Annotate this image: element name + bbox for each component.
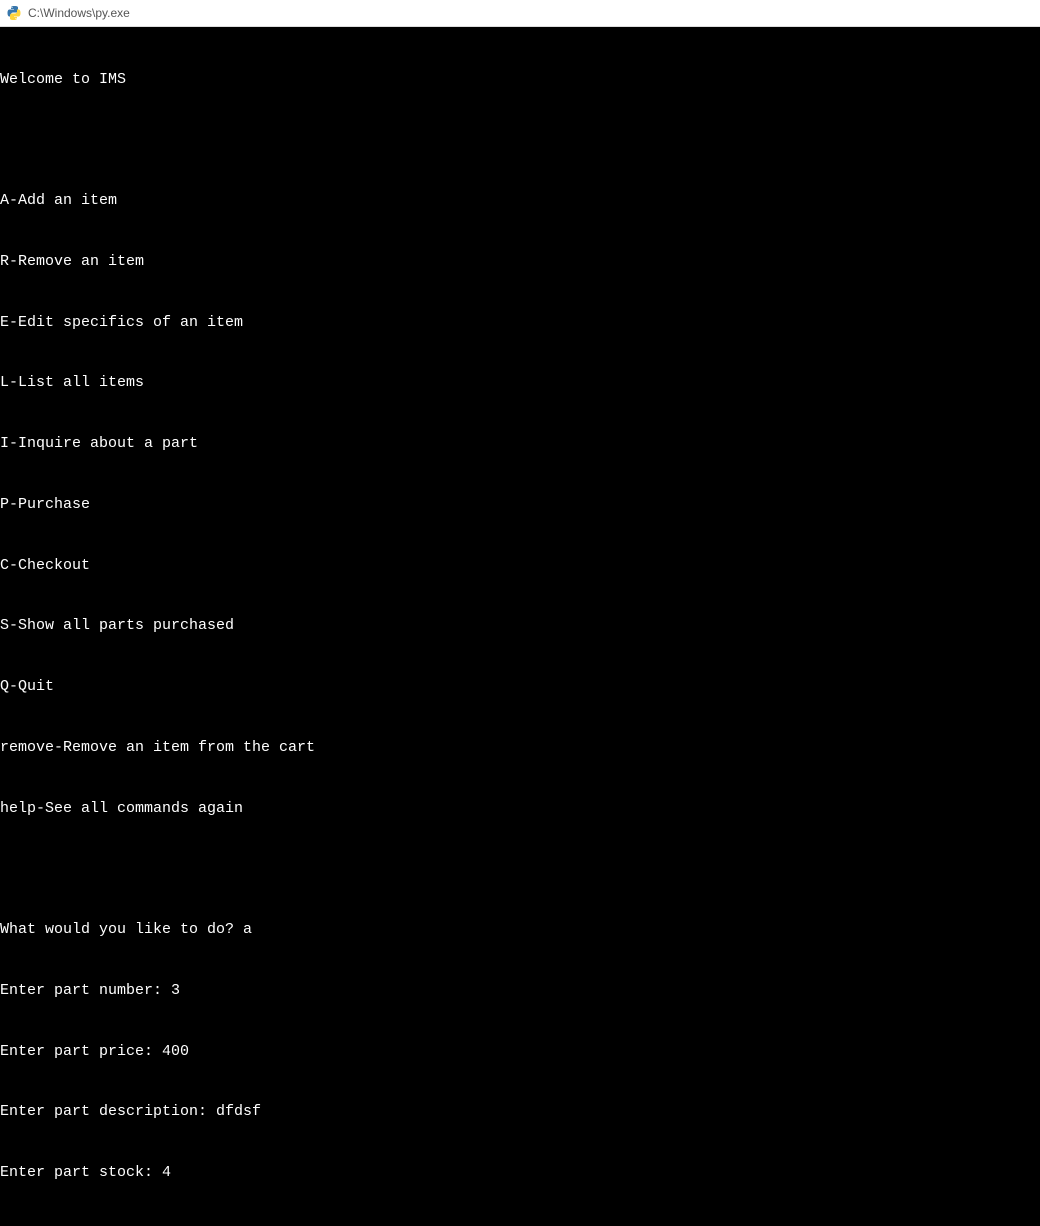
terminal-line: E-Edit specifics of an item [0, 313, 1040, 333]
terminal-line [0, 130, 1040, 150]
terminal-line: Enter part number: 3 [0, 981, 1040, 1001]
terminal-line: remove-Remove an item from the cart [0, 738, 1040, 758]
terminal-line: Enter part description: dfdsf [0, 1102, 1040, 1122]
window-title: C:\Windows\py.exe [28, 6, 130, 20]
terminal-line: help-See all commands again [0, 799, 1040, 819]
terminal-line: C-Checkout [0, 556, 1040, 576]
terminal-line [0, 1224, 1040, 1226]
terminal-line: Welcome to IMS [0, 70, 1040, 90]
terminal-line: S-Show all parts purchased [0, 616, 1040, 636]
terminal-line: R-Remove an item [0, 252, 1040, 272]
terminal-output[interactable]: Welcome to IMS A-Add an item R-Remove an… [0, 27, 1040, 1226]
terminal-line: Enter part stock: 4 [0, 1163, 1040, 1183]
terminal-line: What would you like to do? a [0, 920, 1040, 940]
terminal-line [0, 859, 1040, 879]
terminal-line: Q-Quit [0, 677, 1040, 697]
terminal-line: I-Inquire about a part [0, 434, 1040, 454]
terminal-line: P-Purchase [0, 495, 1040, 515]
terminal-line: Enter part price: 400 [0, 1042, 1040, 1062]
terminal-line: A-Add an item [0, 191, 1040, 211]
python-icon [6, 5, 22, 21]
title-bar: C:\Windows\py.exe [0, 0, 1040, 27]
terminal-line: L-List all items [0, 373, 1040, 393]
